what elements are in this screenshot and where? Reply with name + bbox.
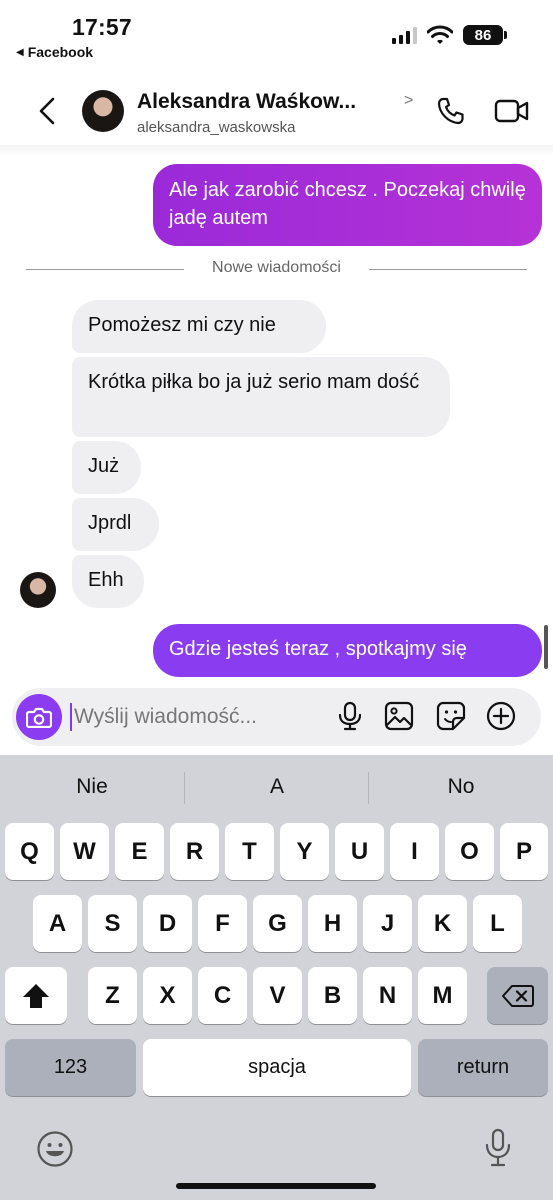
message-input[interactable] bbox=[74, 700, 314, 734]
shift-key[interactable] bbox=[5, 967, 67, 1024]
key-z[interactable]: Z bbox=[88, 967, 137, 1024]
header-shadow bbox=[0, 145, 553, 157]
return-key[interactable]: return bbox=[418, 1039, 548, 1096]
message-text: Pomożesz mi czy nie bbox=[88, 314, 276, 336]
home-indicator[interactable] bbox=[176, 1183, 376, 1189]
header-avatar[interactable] bbox=[82, 90, 124, 132]
key-k[interactable]: K bbox=[418, 895, 467, 952]
message-text: Jprdl bbox=[88, 512, 132, 534]
sender-avatar[interactable] bbox=[20, 572, 56, 608]
camera-button[interactable] bbox=[16, 694, 62, 740]
key-l[interactable]: L bbox=[473, 895, 522, 952]
back-to-app-link[interactable]: ◀ Facebook bbox=[16, 44, 93, 60]
message-text: Gdzie jesteś teraz , spotkajmy się bbox=[169, 638, 467, 660]
status-icons: 86 bbox=[392, 25, 507, 45]
shift-icon bbox=[23, 983, 49, 1008]
key-b[interactable]: B bbox=[308, 967, 357, 1024]
plus-circle-icon[interactable] bbox=[485, 700, 517, 732]
sticker-icon[interactable] bbox=[435, 700, 467, 732]
key-c[interactable]: C bbox=[198, 967, 247, 1024]
suggestion-3[interactable]: No bbox=[369, 775, 553, 799]
key-p[interactable]: P bbox=[500, 823, 548, 880]
key-t[interactable]: T bbox=[225, 823, 274, 880]
key-u[interactable]: U bbox=[335, 823, 384, 880]
message-bubble-incoming[interactable]: Pomożesz mi czy nie bbox=[72, 300, 326, 353]
contact-name[interactable]: Aleksandra Waśkow... bbox=[137, 90, 356, 114]
key-v[interactable]: V bbox=[253, 967, 302, 1024]
emoji-icon[interactable] bbox=[36, 1130, 74, 1168]
key-i[interactable]: I bbox=[390, 823, 439, 880]
new-messages-label: Nowe wiadomości bbox=[212, 259, 341, 276]
key-a[interactable]: A bbox=[33, 895, 82, 952]
battery-level: 86 bbox=[474, 26, 492, 44]
numbers-key[interactable]: 123 bbox=[5, 1039, 136, 1096]
key-h[interactable]: H bbox=[308, 895, 357, 952]
message-text: Ehh bbox=[88, 569, 124, 591]
key-n[interactable]: N bbox=[363, 967, 412, 1024]
scroll-indicator[interactable] bbox=[544, 625, 548, 669]
new-messages-divider: Nowe wiadomości bbox=[26, 258, 527, 280]
key-o[interactable]: O bbox=[445, 823, 494, 880]
key-w[interactable]: W bbox=[60, 823, 109, 880]
backspace-icon bbox=[501, 984, 534, 1007]
key-m[interactable]: M bbox=[418, 967, 467, 1024]
wifi-icon bbox=[427, 25, 453, 44]
message-bubble-incoming[interactable]: Ehh bbox=[72, 555, 144, 608]
space-key[interactable]: spacja bbox=[143, 1039, 411, 1096]
message-bubble-incoming[interactable]: Krótka piłka bo ja już serio mam dość bbox=[72, 357, 450, 437]
message-bubble-incoming[interactable]: Jprdl bbox=[72, 498, 159, 551]
key-s[interactable]: S bbox=[88, 895, 137, 952]
text-cursor bbox=[70, 703, 72, 731]
key-q[interactable]: Q bbox=[5, 823, 54, 880]
battery-icon: 86 bbox=[463, 25, 507, 45]
message-text: Ale jak zarobić chcesz . Poczekaj chwilę… bbox=[169, 179, 526, 229]
message-bubble-outgoing[interactable]: Ale jak zarobić chcesz . Poczekaj chwilę… bbox=[153, 164, 542, 246]
back-app-label: Facebook bbox=[27, 44, 94, 60]
message-bubble-outgoing[interactable]: Gdzie jesteś teraz , spotkajmy się bbox=[153, 624, 542, 677]
back-chevron-icon[interactable] bbox=[34, 96, 62, 126]
cellular-signal-icon bbox=[392, 26, 417, 44]
key-j[interactable]: J bbox=[363, 895, 412, 952]
back-triangle-icon: ◀ bbox=[16, 46, 24, 58]
key-e[interactable]: E bbox=[115, 823, 164, 880]
key-g[interactable]: G bbox=[253, 895, 302, 952]
key-x[interactable]: X bbox=[143, 967, 192, 1024]
suggestion-2[interactable]: A bbox=[185, 775, 369, 799]
video-call-icon[interactable] bbox=[494, 96, 530, 126]
message-bubble-incoming[interactable]: Już bbox=[72, 441, 141, 494]
gallery-icon[interactable] bbox=[383, 700, 415, 732]
key-r[interactable]: R bbox=[170, 823, 219, 880]
backspace-key[interactable] bbox=[487, 967, 548, 1024]
suggestion-1[interactable]: Nie bbox=[0, 775, 184, 799]
key-f[interactable]: F bbox=[198, 895, 247, 952]
phone-call-icon[interactable] bbox=[436, 96, 466, 126]
key-d[interactable]: D bbox=[143, 895, 192, 952]
key-y[interactable]: Y bbox=[280, 823, 329, 880]
message-text: Już bbox=[88, 455, 120, 477]
camera-icon bbox=[26, 707, 52, 728]
status-time: 17:57 bbox=[72, 14, 132, 40]
contact-username[interactable]: aleksandra_waskowska bbox=[137, 119, 295, 136]
message-text: Krótka piłka bo ja już serio mam dość bbox=[88, 371, 420, 393]
chevron-right-icon[interactable]: > bbox=[404, 92, 413, 110]
microphone-icon[interactable] bbox=[334, 700, 366, 732]
dictation-icon[interactable] bbox=[484, 1128, 512, 1168]
